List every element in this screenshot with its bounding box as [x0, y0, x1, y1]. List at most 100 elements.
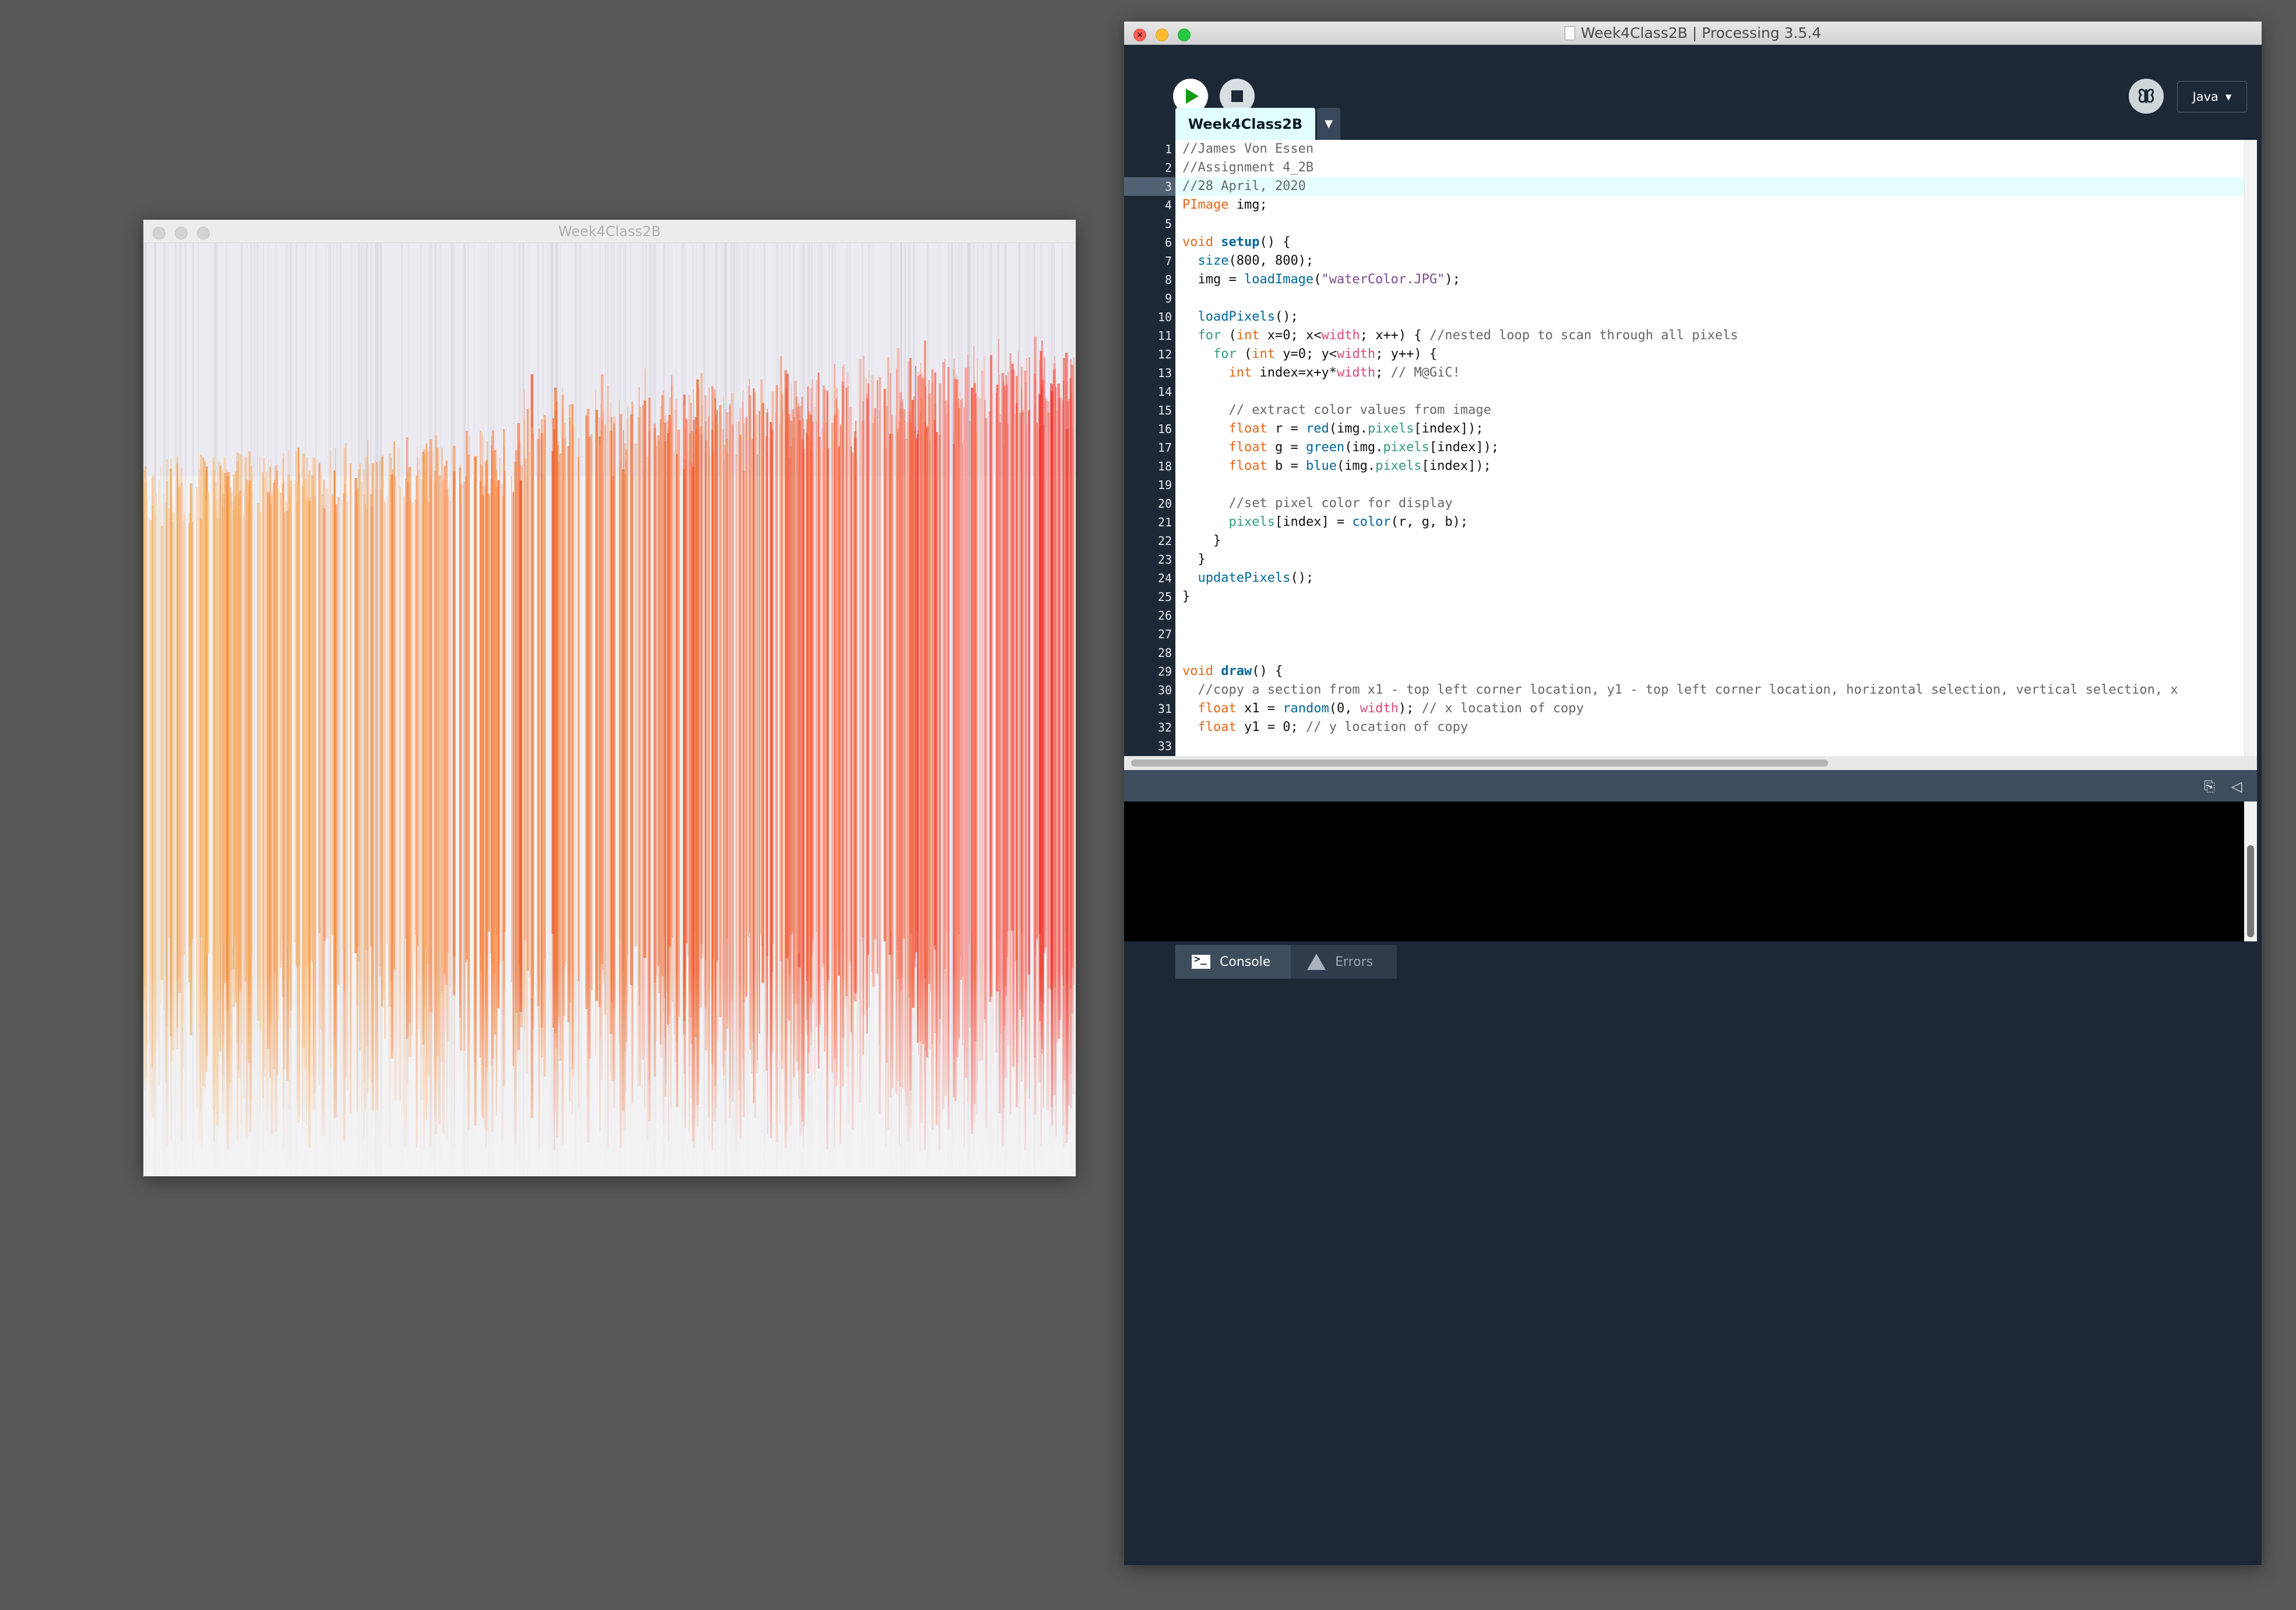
artwork-fade: [143, 972, 1076, 1176]
artwork-streak: [491, 436, 492, 964]
artwork-streak: [630, 414, 633, 985]
artwork-streak: [569, 417, 571, 1003]
artwork-streak: [382, 455, 384, 999]
code-text-area[interactable]: //James Von Essen //Assignment 4_2B //28…: [1175, 140, 2257, 756]
artwork-streak: [479, 481, 481, 1057]
artwork-streak: [365, 456, 368, 950]
console-scrollbar[interactable]: [2244, 802, 2257, 941]
line-number: 29: [1157, 665, 1172, 679]
artwork-streak: [712, 451, 714, 959]
artwork-streak: [862, 401, 864, 1055]
artwork-streak: [798, 420, 800, 952]
line-number: 14: [1157, 385, 1172, 399]
artwork-streak: [381, 479, 383, 979]
artwork-streak: [673, 452, 675, 1035]
artwork-streak: [289, 481, 293, 1011]
code-editor[interactable]: 1 2 3 4 5 6 7 8 9 10 11 12 13 14 15 16 17 18 19 20 21 22 23 24 2…: [1124, 140, 2257, 756]
artwork-streak: [1016, 376, 1018, 960]
artwork-streak: [872, 423, 875, 987]
artwork-streak: [677, 430, 680, 1017]
artwork-streak: [143, 470, 145, 1000]
artwork-streak: [325, 488, 329, 938]
artwork-streak: [781, 411, 784, 1060]
editor-vertical-scrollbar[interactable]: [2244, 140, 2257, 756]
line-number: 25: [1157, 590, 1172, 604]
line-number: 7: [1164, 254, 1172, 268]
line-number: 2: [1164, 161, 1172, 175]
artwork-streak: [406, 482, 409, 1036]
artwork-streak: [719, 405, 722, 1017]
tab-menu-button[interactable]: ▼: [1317, 108, 1340, 140]
line-number: 32: [1157, 720, 1172, 734]
artwork-streak: [929, 441, 931, 1049]
line-number: 21: [1157, 515, 1172, 529]
errors-tab[interactable]: Errors: [1291, 945, 1397, 979]
artwork-streak: [943, 444, 945, 978]
artwork-streak: [532, 433, 534, 1029]
artwork-streak: [669, 398, 672, 938]
line-number: 8: [1164, 273, 1172, 287]
artwork-streak: [519, 480, 522, 1012]
artwork-streak: [357, 469, 360, 962]
editor-horizontal-scrollbar[interactable]: [1124, 756, 2257, 770]
sketch-window: Week4Class2B: [143, 220, 1076, 1176]
artwork-streak: [850, 447, 852, 1032]
artwork-streak: [726, 412, 729, 1029]
artwork-streak: [868, 384, 869, 955]
artwork-streak: [897, 429, 899, 979]
artwork-streak: [604, 424, 607, 1015]
scrollbar-thumb[interactable]: [1131, 760, 1828, 767]
line-number: 12: [1157, 347, 1172, 361]
artwork-streak: [515, 450, 517, 1013]
glitch-artwork-image: [143, 243, 1076, 1176]
tab-week4class2b[interactable]: Week4Class2B: [1175, 108, 1315, 140]
source-code[interactable]: //James Von Essen //Assignment 4_2B //28…: [1182, 140, 2178, 756]
artwork-streak: [1010, 364, 1014, 931]
errors-tab-label: Errors: [1335, 954, 1374, 969]
artwork-streak: [790, 384, 793, 1045]
line-number: 10: [1157, 310, 1172, 324]
artwork-streak: [206, 492, 210, 954]
artwork-streak: [999, 375, 1001, 1071]
butterfly-debug-icon: [2138, 89, 2154, 103]
artwork-streak: [972, 417, 974, 933]
copy-icon[interactable]: ⎘: [2204, 778, 2215, 795]
artwork-streak: [436, 466, 438, 1006]
artwork-streak: [672, 413, 674, 1008]
ide-title-text: Week4Class2B | Processing 3.5.4: [1580, 24, 1822, 41]
artwork-streak: [427, 451, 430, 964]
artwork-streak: [716, 410, 719, 961]
artwork-streak: [145, 478, 147, 1013]
line-number: 24: [1157, 571, 1172, 585]
artwork-streak: [156, 493, 157, 1038]
artwork-streak: [1020, 413, 1023, 933]
line-number: 16: [1157, 422, 1172, 436]
artwork-streak: [890, 413, 892, 931]
artwork-streak: [788, 457, 791, 976]
artwork-streak: [825, 423, 827, 1036]
artwork-streak: [846, 372, 849, 1067]
console-output: [1124, 802, 2257, 941]
scrollbar-thumb[interactable]: [2247, 845, 2254, 937]
artwork-streak: [544, 420, 545, 958]
artwork-streak: [749, 395, 751, 1050]
console-tab[interactable]: Console: [1175, 945, 1291, 979]
artwork-streak: [939, 439, 941, 1045]
artwork-streak: [865, 378, 867, 1010]
artwork-streak: [854, 438, 857, 992]
artwork-streak: [841, 381, 843, 955]
collapse-arrow-icon[interactable]: ◁: [2231, 778, 2242, 795]
artwork-streak: [886, 406, 888, 1063]
artwork-streak: [425, 473, 426, 946]
artwork-streak: [587, 433, 589, 960]
artwork-streak: [742, 402, 744, 1059]
line-number: 31: [1157, 702, 1172, 716]
line-number: 13: [1157, 366, 1172, 380]
mode-label: Java: [2192, 90, 2218, 104]
artwork-streak: [283, 511, 286, 1041]
line-number: 6: [1164, 235, 1172, 249]
line-number: 3: [1164, 180, 1172, 194]
artwork-streak: [233, 490, 236, 948]
artwork-streak: [386, 496, 388, 944]
artwork-streak: [274, 480, 276, 972]
